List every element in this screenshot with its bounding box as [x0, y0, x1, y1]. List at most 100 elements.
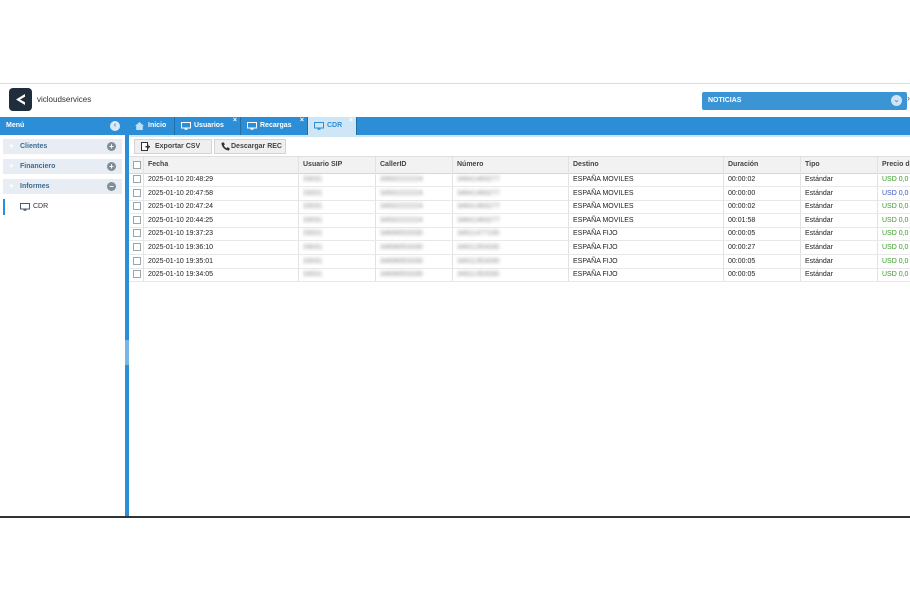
usuario-sip-cell: 33031: [298, 254, 376, 268]
fecha-cell: 2025-01-10 20:44:25: [143, 213, 299, 227]
tipo-cell: Estándar: [800, 186, 878, 200]
logo[interactable]: [9, 88, 32, 111]
sidebar-section-clientes[interactable]: ✦ Clientes +: [3, 139, 122, 154]
sidebar-item-cdr[interactable]: CDR: [3, 199, 124, 215]
table-row[interactable]: 2025-01-10 19:34:05 33031 34696553330 34911…: [129, 268, 910, 283]
download-rec-label: Descargar REC: [231, 143, 282, 150]
precio-cell: USD 0,0: [882, 244, 909, 251]
destino-cell: ESPAÑA FIJO: [568, 241, 724, 254]
collapse-sidebar-icon[interactable]: ‹: [110, 121, 120, 131]
table-row[interactable]: 2025-01-10 19:36:10 33031 34696553330 34911…: [129, 241, 910, 255]
row-select-cell: [129, 186, 144, 200]
expand-icon[interactable]: +: [107, 162, 116, 171]
tab-recargas[interactable]: Recargas ×: [241, 117, 308, 135]
phone-icon: [221, 142, 230, 151]
collapse-icon[interactable]: −: [107, 182, 116, 191]
chevron-down-icon[interactable]: ⌄: [891, 95, 902, 106]
row-checkbox[interactable]: [133, 256, 141, 265]
duracion-cell: 00:01:58: [723, 213, 801, 227]
sidebar-section-label: Financiero: [20, 163, 56, 170]
monitor-icon: [314, 122, 324, 130]
precio-cell: USD 0,0: [882, 257, 909, 265]
splitter-handle[interactable]: [125, 340, 129, 365]
row-checkbox[interactable]: [133, 202, 141, 211]
sidebar-item-label: CDR: [33, 203, 49, 210]
column-header-precio[interactable]: Precio d: [877, 157, 910, 173]
row-select-cell: [129, 213, 144, 227]
row-select-cell: [129, 268, 144, 282]
callerid-cell: 34696553330: [375, 254, 453, 268]
tab-bar: Inicio Usuarios × Recargas × CDR ×: [129, 117, 910, 135]
news-dropdown[interactable]: NOTICIAS ⌄: [702, 92, 907, 110]
tab-label: Usuarios: [194, 122, 224, 129]
column-header-destino[interactable]: Destino: [568, 157, 724, 173]
expand-icon[interactable]: +: [107, 142, 116, 151]
duracion-cell: 00:00:00: [723, 186, 801, 200]
column-header-fecha[interactable]: Fecha: [143, 157, 299, 173]
table-row[interactable]: 2025-01-10 20:47:24 33031 34932222224 34641…: [129, 200, 910, 215]
section-arrow-icon: ✦: [9, 144, 15, 150]
row-checkbox[interactable]: [133, 188, 141, 197]
numero-cell: 34911353330: [452, 268, 569, 282]
row-select-cell: [129, 227, 144, 241]
column-header-usuario-sip[interactable]: Usuario SIP: [298, 157, 376, 173]
news-label: NOTICIAS: [708, 97, 742, 104]
tipo-cell: Estándar: [800, 173, 878, 186]
precio-cell: USD 0,0: [882, 189, 909, 197]
column-header-numero[interactable]: Número: [452, 157, 569, 173]
row-checkbox[interactable]: [133, 175, 141, 183]
row-checkbox[interactable]: [133, 243, 141, 251]
row-checkbox[interactable]: [133, 270, 141, 279]
select-all-checkbox[interactable]: [133, 161, 141, 169]
sidebar-section-financiero[interactable]: ✦ Financiero +: [3, 159, 122, 174]
table-header: Fecha Usuario SIP CallerID Número Destin…: [129, 156, 910, 174]
export-icon: [141, 142, 150, 151]
tab-underline: [129, 135, 910, 137]
tab-usuarios[interactable]: Usuarios ×: [175, 117, 241, 135]
sidebar: Menú ‹ ✦ Clientes + ✦ Financiero + ✦ Inf…: [0, 117, 125, 517]
precio-cell: USD 0,0: [882, 271, 909, 279]
callerid-cell: 34932222224: [375, 173, 453, 186]
table-row[interactable]: 2025-01-10 19:37:23 33031 34696553330 34911…: [129, 227, 910, 242]
tab-inicio[interactable]: Inicio: [129, 117, 175, 135]
precio-cell: USD 0,0: [882, 176, 909, 183]
section-arrow-icon: ✦: [9, 164, 15, 170]
tab-cdr[interactable]: CDR ×: [308, 117, 357, 135]
fecha-cell: 2025-01-10 19:35:01: [143, 254, 299, 268]
destino-cell: ESPAÑA MOVILES: [568, 173, 724, 186]
table-row[interactable]: 2025-01-10 20:48:29 33031 34932222224 34641…: [129, 173, 910, 187]
table-row[interactable]: 2025-01-10 20:47:58 33031 34932222224 34641…: [129, 186, 910, 201]
row-checkbox[interactable]: [133, 215, 141, 224]
fecha-cell: 2025-01-10 19:36:10: [143, 241, 299, 254]
duracion-cell: 00:00:05: [723, 268, 801, 282]
destino-cell: ESPAÑA MOVILES: [568, 200, 724, 214]
usuario-sip-cell: 33031: [298, 241, 376, 254]
close-icon[interactable]: ×: [233, 117, 237, 124]
sidebar-section-informes[interactable]: ✦ Informes −: [3, 179, 122, 194]
sidebar-section-label: Informes: [20, 183, 50, 190]
row-select-cell: [129, 241, 144, 254]
tipo-cell: Estándar: [800, 268, 878, 282]
callerid-cell: 34696553330: [375, 227, 453, 241]
numero-cell: 34911477100: [452, 227, 569, 241]
column-header-duracion[interactable]: Duración: [723, 157, 801, 173]
close-icon[interactable]: ×: [300, 117, 304, 124]
row-select-cell: [129, 173, 144, 186]
row-checkbox[interactable]: [133, 229, 141, 238]
precio-cell: USD 0,0: [882, 203, 909, 211]
tab-label: Inicio: [148, 122, 167, 129]
callerid-cell: 34696553330: [375, 241, 453, 254]
table-row[interactable]: 2025-01-10 20:44:25 33031 34932222224 34641…: [129, 213, 910, 228]
duracion-cell: 00:00:05: [723, 254, 801, 268]
duracion-cell: 00:00:05: [723, 227, 801, 241]
column-header-tipo[interactable]: Tipo: [800, 157, 878, 173]
export-csv-button[interactable]: Exportar CSV: [134, 139, 212, 154]
duracion-cell: 00:00:02: [723, 173, 801, 186]
download-rec-button[interactable]: Descargar REC: [214, 139, 286, 154]
table-row[interactable]: 2025-01-10 19:35:01 33031 34696553330 34911…: [129, 254, 910, 269]
select-all-cell: [129, 157, 144, 173]
column-header-callerid[interactable]: CallerID: [375, 157, 453, 173]
close-icon[interactable]: ×: [349, 117, 353, 124]
numero-cell: 34911353330: [452, 254, 569, 268]
fecha-cell: 2025-01-10 19:37:23: [143, 227, 299, 241]
